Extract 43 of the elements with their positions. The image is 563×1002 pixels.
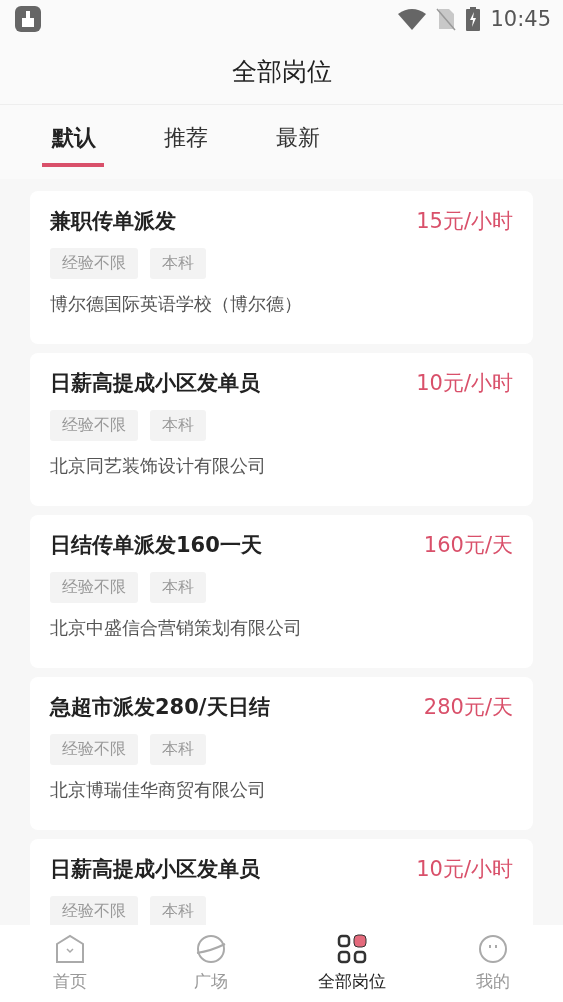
page-title: 全部岗位	[231, 55, 332, 88]
wifi-icon	[398, 8, 427, 30]
grid-icon	[336, 934, 367, 964]
tab[interactable]: 默认	[42, 105, 104, 167]
company-name: 博尔德国际英语学校（博尔德）	[50, 292, 303, 316]
job-title: 日薪高提成小区发单员	[50, 370, 260, 397]
company-name: 北京同艺装饰设计有限公司	[50, 454, 267, 478]
tag: 本科	[150, 572, 206, 603]
tab[interactable]: 最新	[266, 105, 328, 167]
job-card[interactable]: 急超市派发280/天日结 280元/天 经验不限 本科 北京博瑞佳华商贸有限公司	[30, 677, 533, 830]
salary: 160元/天	[423, 532, 513, 559]
tag: 本科	[150, 734, 206, 765]
salary: 280元/天	[423, 694, 513, 721]
tab[interactable]: 推荐	[154, 105, 216, 167]
no-sim-icon	[436, 7, 457, 31]
clock: 10:45	[490, 7, 551, 31]
app-icon	[15, 6, 41, 32]
planet-icon	[195, 934, 228, 964]
company-name: 北京博瑞佳华商贸有限公司	[50, 778, 267, 802]
home-icon	[55, 934, 86, 964]
tag: 经验不限	[50, 572, 138, 603]
company-name: 北京中盛信合营销策划有限公司	[50, 616, 303, 640]
tag: 本科	[150, 248, 206, 279]
job-title: 日结传单派发160一天	[50, 532, 262, 559]
tag: 经验不限	[50, 410, 138, 441]
battery-icon	[466, 7, 481, 31]
job-title: 日薪高提成小区发单员	[50, 856, 260, 883]
job-title: 急超市派发280/天日结	[50, 694, 270, 721]
nav-tab[interactable]: 全部岗位	[301, 934, 402, 993]
job-card[interactable]: 日薪高提成小区发单员 10元/小时 经验不限 本科	[30, 839, 533, 925]
job-card[interactable]: 日结传单派发160一天 160元/天 经验不限 本科 北京中盛信合营销策划有限公司	[30, 515, 533, 668]
face-icon	[477, 934, 508, 964]
job-title: 兼职传单派发	[50, 208, 176, 235]
tag: 经验不限	[50, 896, 138, 925]
tag: 本科	[150, 896, 206, 925]
tag: 本科	[150, 410, 206, 441]
job-card[interactable]: 兼职传单派发 15元/小时 经验不限 本科 博尔德国际英语学校（博尔德）	[30, 191, 533, 344]
salary: 10元/小时	[416, 856, 513, 883]
tag: 经验不限	[50, 248, 138, 279]
job-card[interactable]: 日薪高提成小区发单员 10元/小时 经验不限 本科 北京同艺装饰设计有限公司	[30, 353, 533, 506]
tag: 经验不限	[50, 734, 138, 765]
salary: 10元/小时	[416, 370, 513, 397]
salary: 15元/小时	[416, 208, 513, 235]
